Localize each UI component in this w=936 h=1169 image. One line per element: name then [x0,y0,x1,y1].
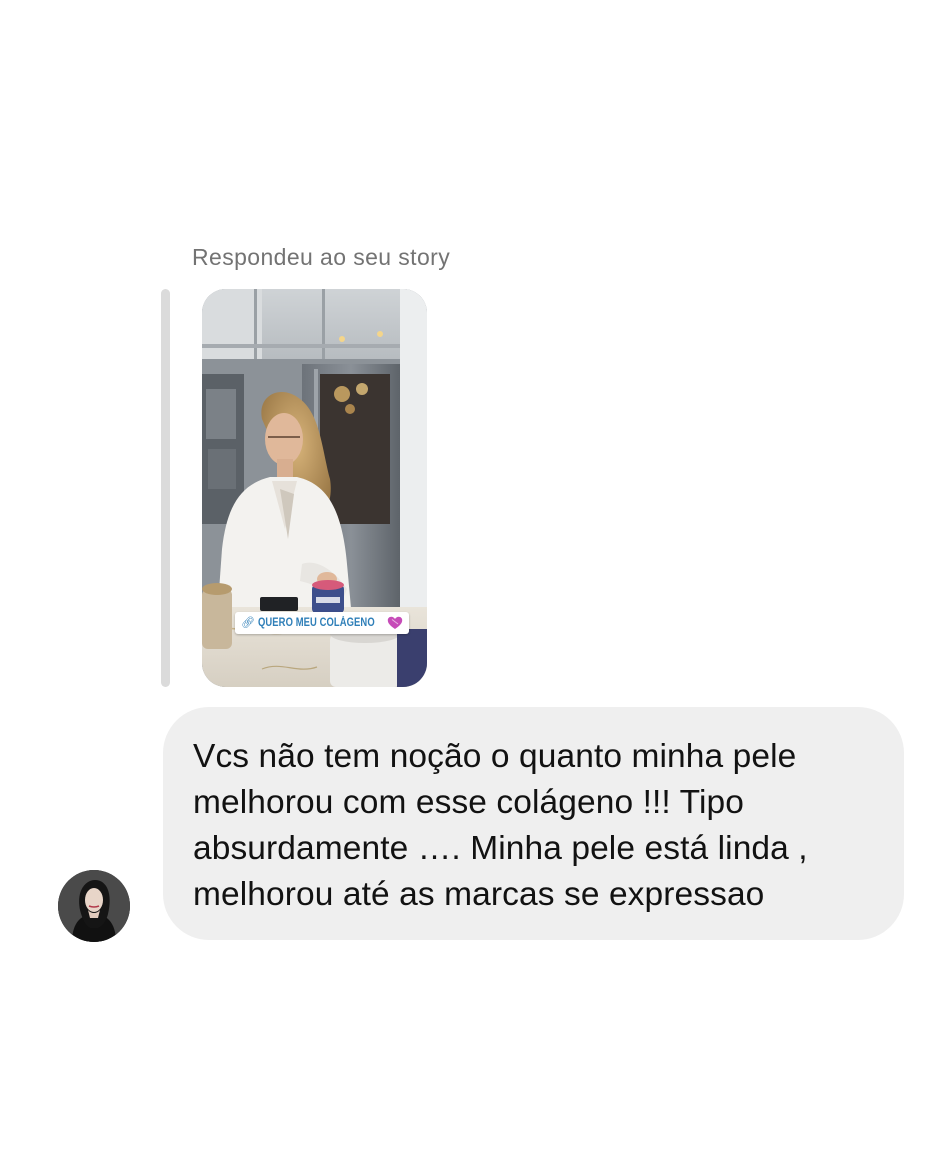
message-text: Vcs não tem noção o quanto minha pele me… [193,738,808,913]
story-reply-caption: Respondeu ao seu story [192,244,451,270]
quote-bar [161,289,170,687]
story-thumbnail[interactable]: 🔗︎ QUERO MEU COLÁGENO [202,289,427,687]
profile-photo-icon [58,870,130,942]
message-bubble[interactable]: Vcs não tem noção o quanto minha pele me… [163,707,904,940]
link-sticker[interactable]: 🔗︎ QUERO MEU COLÁGENO [235,612,410,634]
link-icon: 🔗︎ [241,616,255,629]
sender-avatar[interactable] [58,870,130,942]
purple-heart-icon [387,616,403,630]
link-sticker-label: QUERO MEU COLÁGENO [257,617,375,629]
